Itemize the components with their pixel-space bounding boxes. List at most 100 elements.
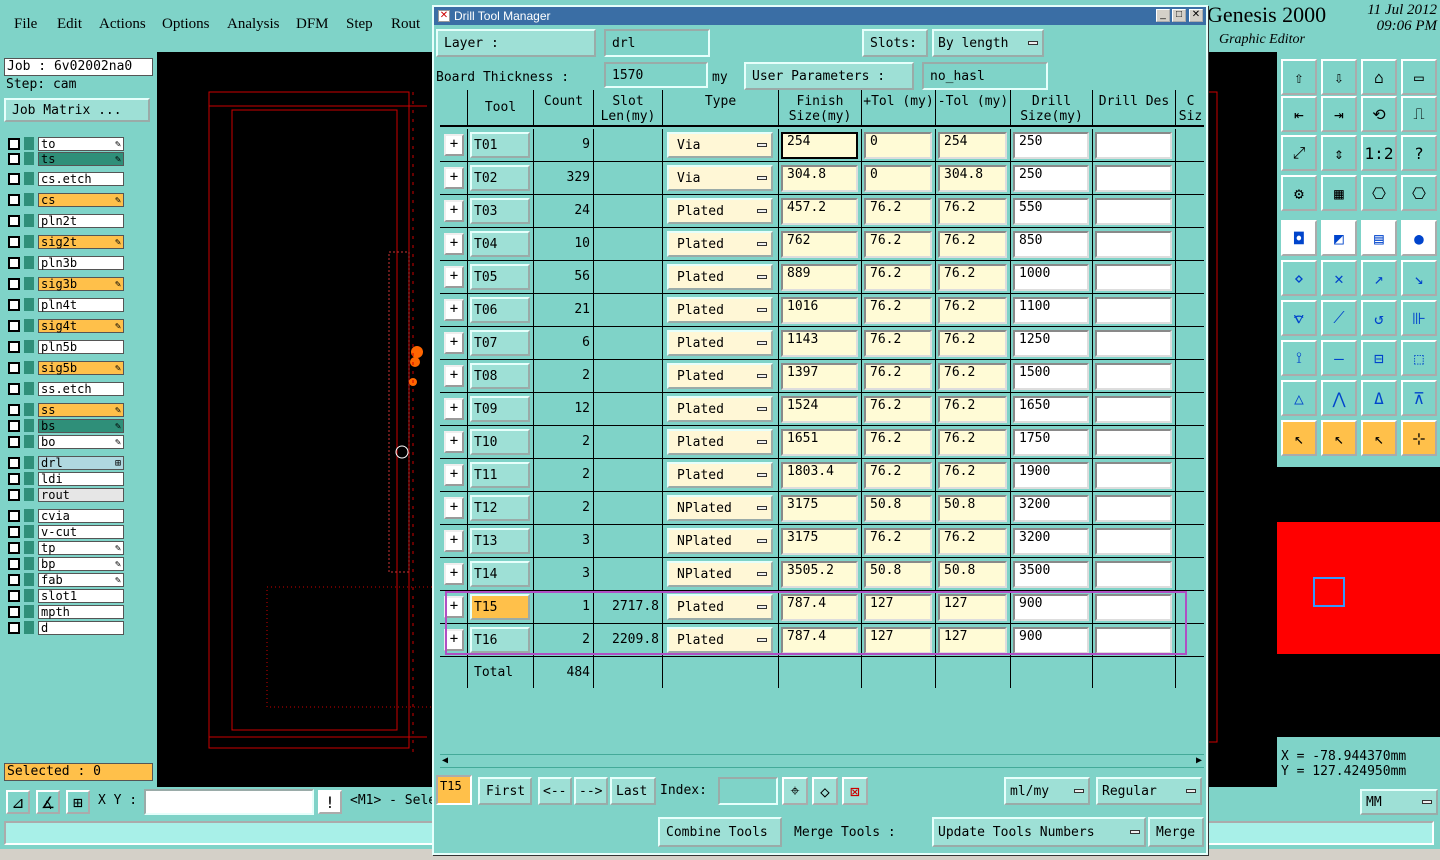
layer-row[interactable]: sig5b ✎ (8, 360, 124, 375)
layer-checkbox[interactable] (8, 419, 20, 432)
layer-row[interactable]: drl ⊞ (8, 455, 124, 470)
mirror-icon[interactable]: ⊪ (1401, 300, 1437, 336)
preview-overview[interactable] (1277, 522, 1440, 654)
ptol-input[interactable]: 76.2 (864, 363, 932, 390)
layer-row[interactable]: bs ✎ (8, 418, 124, 433)
ptol-input[interactable]: 50.8 (864, 561, 932, 588)
layer-name[interactable]: ts ✎ (38, 151, 124, 166)
mode-selector[interactable]: Regular (1096, 777, 1202, 805)
layer-checkbox[interactable] (8, 488, 20, 501)
mtol-input[interactable]: 304.8 (938, 165, 1007, 192)
layer-checkbox[interactable] (8, 605, 20, 618)
scroll-right-icon[interactable]: ▶ (1196, 755, 1202, 766)
tool-symbol-icon[interactable]: + (444, 431, 464, 453)
layer-name[interactable]: pln4t (38, 297, 124, 312)
tool-symbol-icon[interactable]: + (444, 200, 464, 222)
layer-row[interactable]: slot1 (8, 588, 124, 603)
join-icon[interactable]: ⊼ (1401, 380, 1437, 416)
layer-name[interactable]: bo ✎ (38, 434, 124, 449)
layer-name[interactable]: bp ✎ (38, 556, 124, 571)
settings-icon[interactable]: ⚙ (1281, 175, 1317, 211)
des-input[interactable] (1095, 231, 1172, 258)
layer-name[interactable]: sig2t ✎ (38, 234, 124, 249)
drill-input[interactable]: 1500 (1013, 363, 1089, 390)
tool-symbol-icon[interactable]: + (444, 233, 464, 255)
line-se-icon[interactable]: ↘ (1401, 260, 1437, 296)
zoom-vertical-icon[interactable]: ⇕ (1321, 135, 1357, 171)
layer-checkbox[interactable] (8, 573, 20, 586)
units-dropdown[interactable]: MM (1360, 789, 1438, 815)
close-icon[interactable]: ✕ (1189, 9, 1203, 22)
tool-symbol-icon[interactable]: + (444, 365, 464, 387)
des-input[interactable] (1095, 165, 1172, 192)
units-selector[interactable]: ml/my (1004, 777, 1090, 805)
tool-name[interactable]: T10 (470, 429, 530, 455)
thickness-field[interactable]: 1570 (604, 62, 708, 88)
ptol-input[interactable]: 76.2 (864, 264, 932, 291)
type-dropdown[interactable]: Plated (667, 198, 773, 224)
tool-symbol-icon[interactable]: + (444, 398, 464, 420)
layer-row[interactable]: rout (8, 487, 124, 502)
layer-name[interactable]: v-cut (38, 524, 124, 539)
layer-row[interactable]: bo ✎ (8, 434, 124, 449)
mtol-input[interactable]: 76.2 (938, 528, 1007, 555)
layer-checkbox[interactable] (8, 235, 20, 248)
tool-symbol-icon[interactable]: + (444, 530, 464, 552)
layer-row[interactable]: cs ✎ (8, 192, 124, 207)
pan-up-icon[interactable]: ⇧ (1281, 59, 1317, 95)
layer-checkbox[interactable] (8, 152, 20, 165)
drill-input[interactable]: 1750 (1013, 429, 1089, 456)
layer-name[interactable]: rout (38, 487, 124, 502)
tool-name[interactable]: T13 (470, 528, 530, 554)
des-input[interactable] (1095, 396, 1172, 423)
mtol-input[interactable]: 76.2 (938, 264, 1007, 291)
finish-input[interactable]: 762 (781, 231, 858, 258)
layer-row[interactable]: ts ✎ (8, 151, 124, 166)
select3-icon[interactable]: ↖ (1361, 420, 1397, 456)
des-input[interactable] (1095, 528, 1172, 555)
layer-row[interactable]: cvia (8, 508, 124, 523)
finish-input[interactable]: 457.2 (781, 198, 858, 225)
tool-symbol-icon[interactable]: + (444, 266, 464, 288)
angle-icon[interactable]: ⦡ (1281, 300, 1317, 336)
tool-name[interactable]: T14 (470, 561, 530, 587)
scale-icon[interactable]: 1:2 (1361, 135, 1397, 171)
drill-input[interactable]: 3200 (1013, 495, 1089, 522)
scroll-left-icon[interactable]: ◀ (442, 755, 448, 766)
shape-icon[interactable]: ◩ (1321, 220, 1357, 256)
type-dropdown[interactable]: Plated (667, 231, 773, 257)
finish-input[interactable]: 1651 (781, 429, 858, 456)
pad-icon[interactable]: ◘ (1281, 220, 1317, 256)
drill-input[interactable]: 1000 (1013, 264, 1089, 291)
tool-name[interactable]: T01 (470, 132, 530, 158)
layer-name[interactable]: sig3b ✎ (38, 276, 124, 291)
menu-step[interactable]: Step (346, 16, 373, 33)
drill-input[interactable]: 550 (1013, 198, 1089, 225)
menu-rout[interactable]: Rout (391, 16, 420, 33)
layer-row[interactable]: pln3b (8, 255, 124, 270)
layer-name[interactable]: cs.etch (38, 171, 124, 186)
layer-name[interactable]: cs ✎ (38, 192, 124, 207)
finish-input[interactable]: 3175 (781, 528, 858, 555)
finish-input[interactable]: 254 (781, 132, 858, 159)
layer-name[interactable]: tp ✎ (38, 540, 124, 555)
des-input[interactable] (1095, 363, 1172, 390)
first-button[interactable]: First (478, 777, 532, 805)
horizontal-scrollbar[interactable]: ◀ ▶ (440, 754, 1204, 768)
type-dropdown[interactable]: Plated (667, 264, 773, 290)
menu-file[interactable]: File (14, 16, 37, 33)
drill-input[interactable]: 250 (1013, 132, 1089, 159)
slots-dropdown[interactable]: By length (932, 29, 1044, 57)
layer-checkbox[interactable] (8, 382, 20, 395)
prev-button[interactable]: <-- (538, 777, 572, 805)
layer-checkbox[interactable] (8, 541, 20, 554)
mtol-input[interactable]: 76.2 (938, 198, 1007, 225)
layer-name[interactable]: sig5b ✎ (38, 360, 124, 375)
layer-row[interactable]: bp ✎ (8, 556, 124, 571)
help-icon[interactable]: ? (1401, 135, 1437, 171)
circle-icon[interactable]: ● (1401, 220, 1437, 256)
mtol-input[interactable]: 76.2 (938, 462, 1007, 489)
layer-row[interactable]: ldi (8, 471, 124, 486)
des-input[interactable] (1095, 561, 1172, 588)
layer-checkbox[interactable] (8, 256, 20, 269)
